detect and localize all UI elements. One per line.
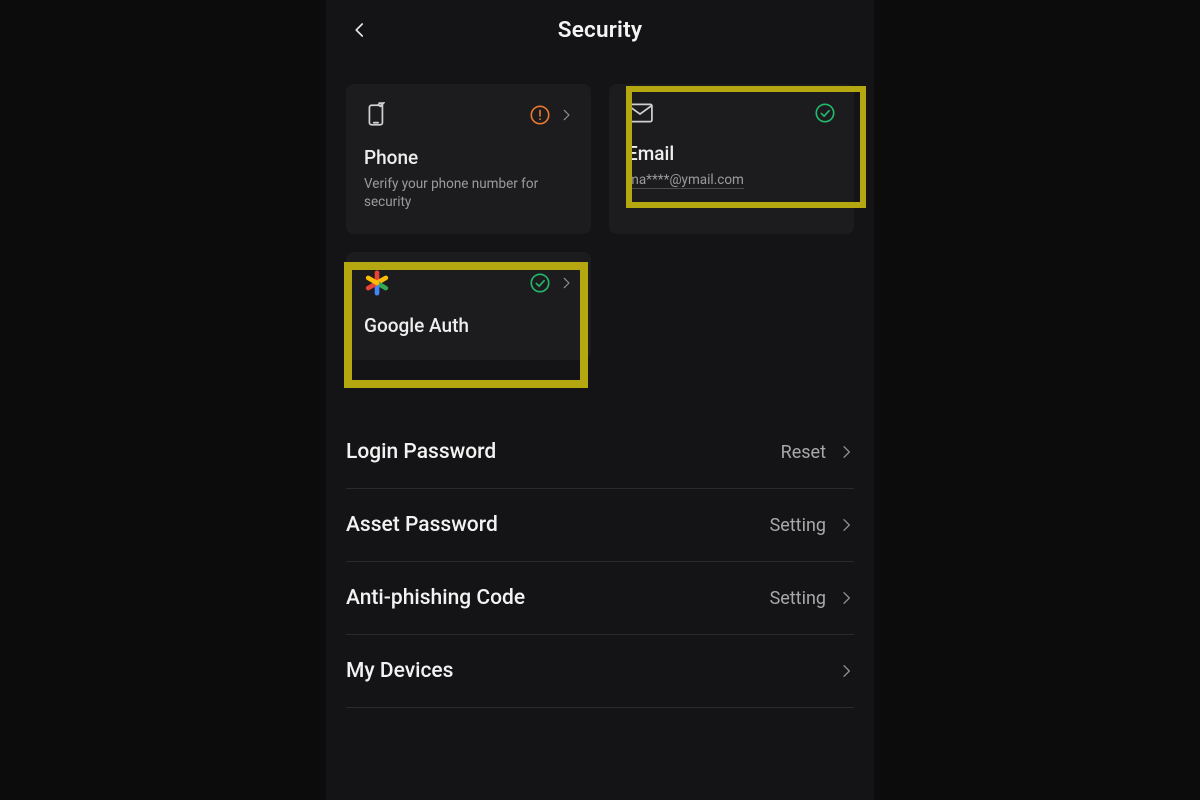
page-title: Security (558, 17, 642, 43)
chevron-right-icon (559, 276, 573, 290)
card-phone-subtitle: Verify your phone number for security (364, 175, 573, 211)
row-label: Anti-phishing Code (346, 586, 525, 610)
card-email-status (814, 102, 836, 124)
card-gauth-status (529, 272, 573, 294)
chevron-right-icon (838, 517, 854, 533)
header: Security (326, 6, 874, 54)
security-screen: Security (326, 0, 874, 800)
row-login-password[interactable]: Login Password Reset (346, 416, 854, 489)
phone-device-icon (364, 102, 390, 128)
chevron-right-icon (838, 444, 854, 460)
mail-icon (627, 103, 653, 123)
security-cards: Phone Verify your phone number for secur… (326, 54, 874, 360)
settings-list: Login Password Reset Asset Password Sett… (326, 416, 874, 708)
check-circle-icon (529, 272, 551, 294)
card-google-auth[interactable]: Google Auth (346, 252, 591, 360)
row-action: Setting (770, 588, 826, 609)
card-phone[interactable]: Phone Verify your phone number for secur… (346, 84, 591, 234)
card-email[interactable]: Email ma****@ymail.com (609, 84, 854, 234)
card-phone-title: Phone (364, 146, 573, 169)
alert-circle-icon (529, 104, 551, 126)
chevron-right-icon (838, 590, 854, 606)
row-asset-password[interactable]: Asset Password Setting (346, 489, 854, 562)
row-label: My Devices (346, 659, 453, 683)
card-email-value: ma****@ymail.com (627, 171, 836, 189)
google-authenticator-icon (364, 270, 390, 296)
chevron-left-icon (351, 21, 369, 39)
row-label: Login Password (346, 440, 496, 464)
back-button[interactable] (346, 16, 374, 44)
check-circle-icon (814, 102, 836, 124)
card-phone-toprow (364, 102, 573, 128)
row-label: Asset Password (346, 513, 498, 537)
row-my-devices[interactable]: My Devices (346, 635, 854, 708)
empty-card-slot (609, 252, 854, 360)
card-email-title: Email (627, 142, 836, 165)
row-anti-phishing[interactable]: Anti-phishing Code Setting (346, 562, 854, 635)
card-gauth-title: Google Auth (364, 314, 573, 337)
card-gauth-toprow (364, 270, 573, 296)
stage: Security (0, 0, 1200, 800)
card-email-toprow (627, 102, 836, 124)
row-action: Setting (770, 515, 826, 536)
chevron-right-icon (838, 663, 854, 679)
chevron-right-icon (559, 108, 573, 122)
row-action: Reset (781, 442, 826, 463)
card-phone-status (529, 104, 573, 126)
